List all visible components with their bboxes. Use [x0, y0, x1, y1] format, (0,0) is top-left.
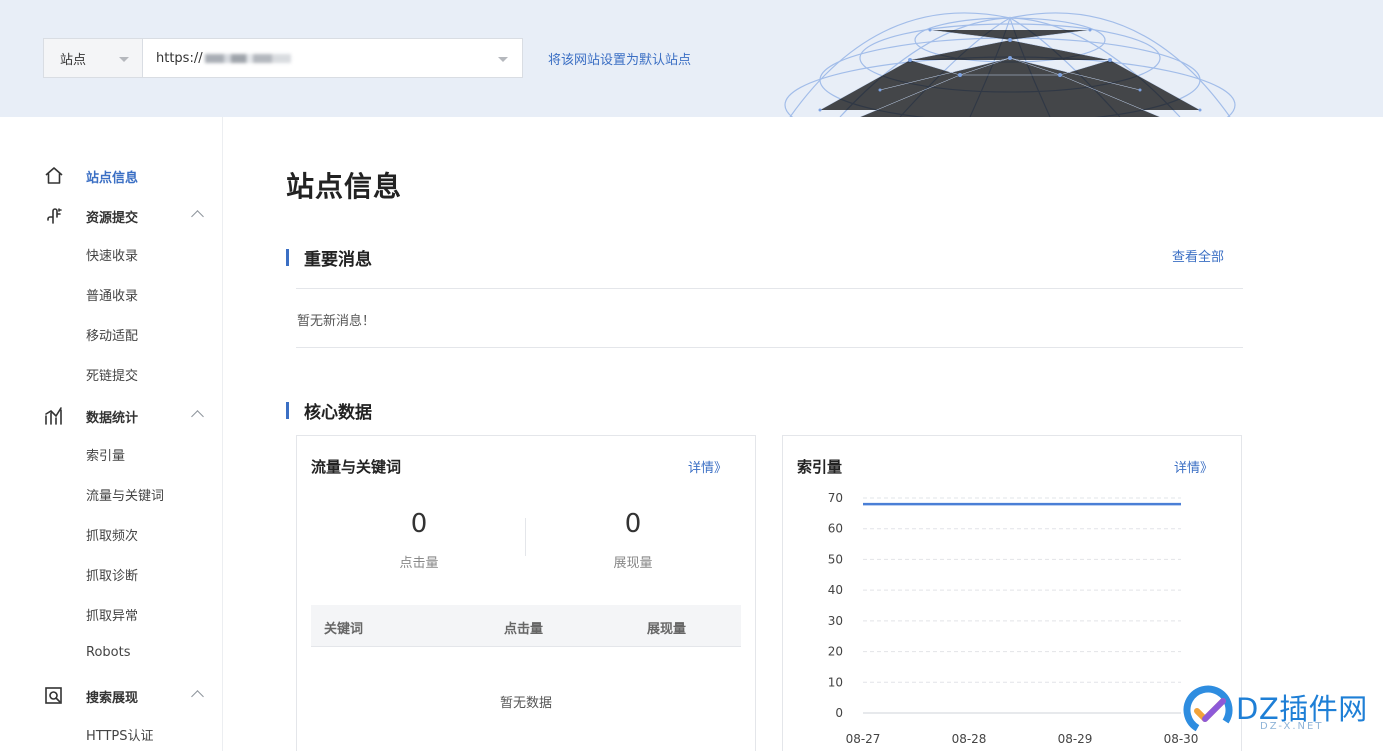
sidebar-item-crawl-diagnosis[interactable]: 抓取诊断	[86, 565, 138, 584]
sidebar-item-mobile-adapt[interactable]: 移动适配	[86, 325, 138, 344]
sidebar-item-traffic-keywords[interactable]: 流量与关键词	[86, 485, 164, 504]
core-data-header: 核心数据	[286, 398, 372, 423]
sidebar-item-label: 资源提交	[86, 210, 139, 226]
column-header-keyword: 关键词	[324, 622, 364, 637]
chevron-up-icon[interactable]	[191, 210, 204, 223]
sidebar-item-label: 数据统计	[86, 410, 139, 426]
site-url-value: https://	[156, 50, 203, 66]
chevron-up-icon[interactable]	[191, 690, 204, 703]
impressions-value: 0	[624, 509, 642, 539]
y-tick-label: 0	[835, 706, 843, 720]
y-tick-label: 30	[828, 614, 843, 628]
search-display-icon	[44, 686, 64, 706]
x-tick-label: 08-29	[1058, 732, 1093, 746]
set-default-site-link[interactable]: 将该网站设置为默认站点	[548, 49, 691, 68]
site-url-select[interactable]: https://	[143, 39, 522, 77]
x-tick-label: 08-27	[846, 732, 881, 746]
x-tick-label: 08-28	[952, 732, 987, 746]
stats-icon	[44, 406, 64, 426]
redacted-domain	[204, 53, 291, 63]
watermark-subtext: DZ-X.NET	[1260, 721, 1324, 732]
important-messages-header: 重要消息	[286, 245, 372, 270]
column-header-clicks: 点击量	[504, 622, 544, 637]
sidebar-group-search-display[interactable]: 搜索展现	[44, 686, 204, 706]
sidebar-item-label: 搜索展现	[86, 690, 139, 706]
sidebar-item-index-volume[interactable]: 索引量	[86, 445, 125, 464]
upload-hand-icon	[44, 206, 64, 226]
view-all-link[interactable]: 查看全部	[1172, 246, 1224, 265]
divider	[296, 347, 1243, 348]
sidebar-item-deadlink-submit[interactable]: 死链提交	[86, 365, 138, 384]
traffic-keywords-card: 流量与关键词 详情》 0 点击量 0 展现量 关键词 点击量 展现量 暂无数据	[296, 435, 756, 751]
sidebar-group-resource-submit[interactable]: 资源提交	[44, 206, 204, 226]
sidebar-item-robots[interactable]: Robots	[86, 645, 130, 660]
sidebar-item-fast-index[interactable]: 快速收录	[86, 245, 138, 264]
column-header-impressions: 展现量	[647, 622, 687, 637]
index-volume-chart: 01020304050607008-27 08-28 08-29 08-30	[828, 491, 1199, 746]
section-accent-bar	[286, 402, 289, 419]
site-selector[interactable]: 站点 https://	[43, 38, 523, 78]
card-title: 流量与关键词	[311, 458, 402, 476]
impressions-label: 展现量	[613, 556, 653, 571]
divider	[296, 288, 1243, 289]
page-title: 站点信息	[286, 170, 403, 203]
dz-logo-icon	[1183, 685, 1233, 735]
site-type-label: 站点	[60, 52, 87, 68]
sidebar-group-data-stats[interactable]: 数据统计	[44, 406, 204, 426]
sidebar-item-label: 站点信息	[86, 170, 139, 186]
metric-divider	[525, 518, 526, 556]
empty-table-text: 暂无数据	[499, 696, 552, 711]
header-banner: 站点 https:// 将该网站设置为默认站点	[0, 0, 1383, 117]
y-tick-label: 70	[828, 491, 843, 505]
sidebar-item-crawl-errors[interactable]: 抓取异常	[86, 605, 138, 624]
y-tick-label: 60	[828, 522, 843, 536]
sidebar-item-https-auth[interactable]: HTTPS认证	[86, 725, 154, 744]
sidebar-item-normal-index[interactable]: 普通收录	[86, 285, 138, 304]
home-icon	[44, 166, 64, 186]
clicks-value: 0	[410, 509, 428, 539]
section-accent-bar	[286, 249, 289, 266]
traffic-details-link[interactable]: 详情》	[688, 457, 727, 476]
clicks-label: 点击量	[399, 556, 439, 571]
y-tick-label: 50	[828, 552, 843, 566]
y-tick-label: 20	[828, 645, 843, 659]
globe-decoration	[784, 12, 1236, 117]
keywords-table-header: 关键词 点击量 展现量	[311, 605, 741, 647]
sidebar-item-site-info[interactable]: 站点信息	[44, 166, 204, 186]
index-volume-card: 索引量 详情》 0 10 20 30 40 50 60 70 08-27 08-28 08-29 08…	[782, 435, 1242, 751]
section-title: 核心数据	[304, 403, 372, 423]
chevron-down-icon	[498, 57, 508, 62]
empty-messages-text: 暂无新消息！	[297, 314, 376, 329]
sidebar-item-crawl-frequency[interactable]: 抓取频次	[86, 525, 138, 544]
chevron-down-icon	[119, 57, 129, 62]
y-tick-label: 40	[828, 583, 843, 597]
section-title: 重要消息	[304, 250, 372, 270]
y-tick-label: 10	[828, 675, 843, 689]
chevron-up-icon[interactable]	[191, 410, 204, 423]
site-type-select[interactable]: 站点	[44, 39, 143, 77]
dz-watermark: DZ插件网 DZ-X.NET	[1180, 684, 1380, 742]
